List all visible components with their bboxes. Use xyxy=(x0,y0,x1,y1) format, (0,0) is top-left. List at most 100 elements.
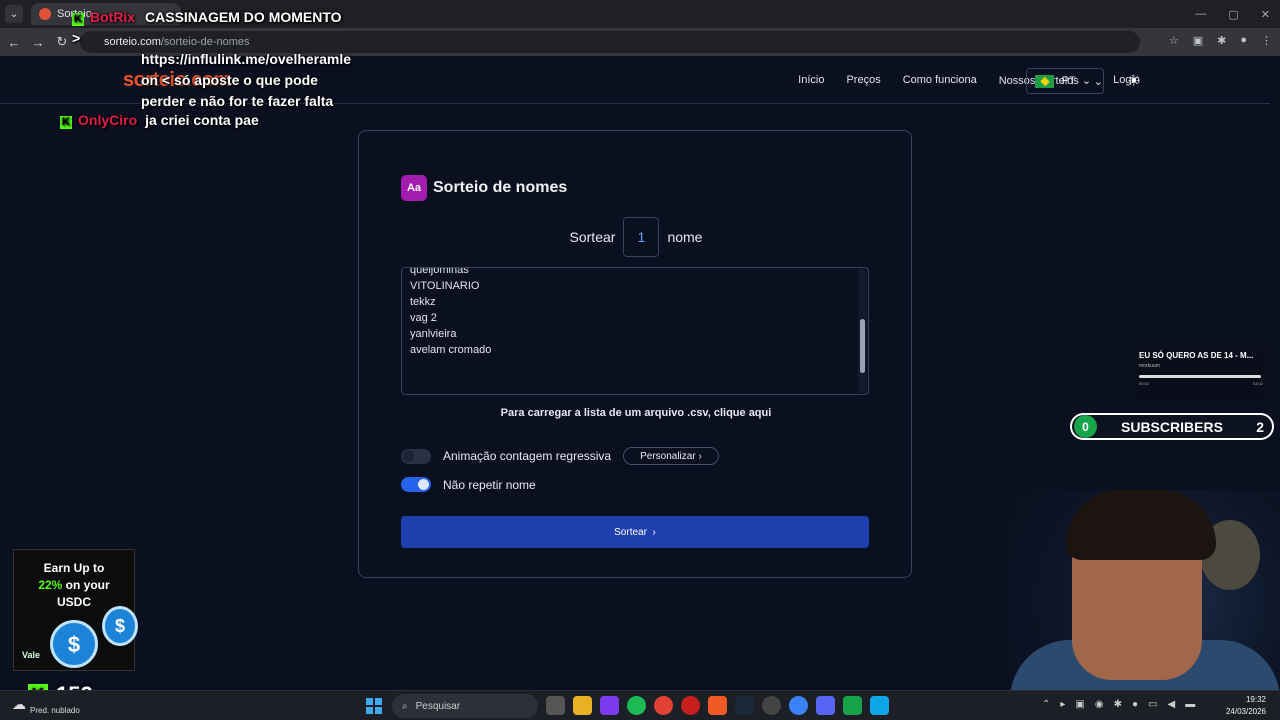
customize-button[interactable]: Personalizar › xyxy=(623,447,719,465)
volume-icon[interactable]: ◀ xyxy=(1168,699,1176,710)
notepad-icon[interactable] xyxy=(870,696,889,715)
back-icon[interactable]: ← xyxy=(2,35,26,50)
menu-icon[interactable]: ⋮ xyxy=(1261,34,1272,47)
forward-icon[interactable]: → xyxy=(26,35,50,50)
spotify-icon[interactable] xyxy=(627,696,646,715)
chevron-down-icon[interactable]: ⌄ xyxy=(5,5,23,23)
close-icon[interactable]: ✕ xyxy=(1261,8,1270,21)
search-placeholder: Pesquisar xyxy=(415,700,461,712)
nav-precos[interactable]: Preços xyxy=(846,74,880,86)
ad-line-1: Earn Up to xyxy=(43,561,105,575)
taskbar-clock[interactable]: 19:32 24/03/2026 xyxy=(1226,694,1266,718)
usdc-coin-icon: $ xyxy=(102,606,138,646)
sun-icon[interactable]: ☀ xyxy=(1127,72,1140,90)
window-controls: — ▢ ✕ xyxy=(1195,0,1270,28)
tray-app-icon[interactable]: ▣ xyxy=(1075,699,1084,710)
clock-date: 24/03/2026 xyxy=(1225,707,1266,716)
steam-icon[interactable] xyxy=(735,696,754,715)
nav-como-funciona[interactable]: Como funciona xyxy=(903,74,977,86)
usdc-coin-icon: $ xyxy=(50,620,98,668)
language-code: PT xyxy=(1061,75,1076,87)
extension-icon[interactable]: ▣ xyxy=(1193,34,1203,47)
app-icon[interactable] xyxy=(762,696,781,715)
subscribers-right-count: 2 xyxy=(1256,418,1264,435)
app-icon[interactable] xyxy=(789,696,808,715)
app-grid-icon[interactable] xyxy=(600,696,619,715)
ad-line-2: on your xyxy=(62,578,110,592)
weather-text: Pred. nublado xyxy=(30,706,80,715)
name-entry: avelam cromado xyxy=(410,344,492,356)
no-repeat-toggle[interactable] xyxy=(401,477,431,492)
botrix-line-2: https://influlink.me/ovelheramle xyxy=(141,51,352,67)
countdown-toggle[interactable] xyxy=(401,448,431,464)
draw-prefix: Sortear xyxy=(569,229,616,245)
chat-text: ja criei conta pae xyxy=(145,112,259,128)
streamer-hair xyxy=(1066,490,1216,560)
names-scrollbar[interactable] xyxy=(858,269,867,393)
chat-message: K OnlyCiro ja criei conta pae xyxy=(60,112,259,129)
draw-count-input[interactable]: 1 xyxy=(623,217,660,257)
botrix-line-4: perder e não for te fazer falta xyxy=(141,93,334,109)
chevron-up-icon[interactable]: ⌃ xyxy=(1042,699,1050,710)
music-title: EU SÓ QUERO AS DE 14 - M... xyxy=(1139,351,1254,360)
bluetooth-icon[interactable]: ✱ xyxy=(1114,699,1122,710)
csv-upload-link[interactable]: Para carregar a lista de um arquivo .csv… xyxy=(359,407,913,419)
ad-highlight: 22% xyxy=(38,578,63,592)
microphone-icon[interactable]: ● xyxy=(1132,699,1138,710)
draw-suffix: nome xyxy=(667,229,703,245)
minimize-icon[interactable]: — xyxy=(1195,8,1206,20)
draw-button-label: Sortear xyxy=(614,526,647,538)
search-icon: ⌕ xyxy=(402,700,408,712)
nav-inicio[interactable]: Início xyxy=(798,74,824,86)
windows-start-icon[interactable] xyxy=(366,698,382,714)
no-repeat-label: Não repetir nome xyxy=(443,477,536,492)
kick-badge-icon: K xyxy=(72,13,84,26)
cloud-icon: ☁ xyxy=(12,696,26,712)
chevron-down-icon: ⌄ xyxy=(1093,75,1103,88)
opera-icon[interactable] xyxy=(681,696,700,715)
weather-widget[interactable]: ☁ Pred. nublado xyxy=(12,694,80,715)
language-select[interactable]: PT ⌄ xyxy=(1026,68,1104,94)
subscribers-label: SUBSCRIBERS xyxy=(1121,418,1223,435)
subscribers-widget: 0 SUBSCRIBERS 2 xyxy=(1070,413,1274,440)
brave-icon[interactable] xyxy=(708,696,727,715)
countdown-label: Animação contagem regressiva xyxy=(443,449,612,463)
names-textarea[interactable]: queijominas VITOLINARIO tekkz vag 2 yanl… xyxy=(401,267,869,395)
draw-button[interactable]: Sortear › xyxy=(401,516,869,548)
names-list: queijominas VITOLINARIO tekkz vag 2 yanl… xyxy=(410,268,868,358)
battery-icon[interactable]: ▬ xyxy=(1185,699,1195,710)
draw-count-row: Sortear 1 nome xyxy=(359,217,913,257)
botrix-line-3: on < só aposte o que pode xyxy=(141,72,318,88)
reload-icon[interactable]: ↻ xyxy=(50,34,74,50)
subscribers-left-count: 0 xyxy=(1074,415,1097,438)
countdown-option: Animação contagem regressiva Personaliza… xyxy=(401,447,719,465)
chevron-right-icon: › xyxy=(698,450,702,462)
maximize-icon[interactable]: ▢ xyxy=(1228,8,1238,21)
music-artist: morkuum xyxy=(1139,363,1160,369)
scrollbar-thumb[interactable] xyxy=(860,319,865,373)
site-favicon-icon xyxy=(39,8,51,20)
tray-app-icon[interactable]: ▸ xyxy=(1060,699,1065,710)
botrix-message: K BotRix CASSINAGEM DO MOMENTO > https://… xyxy=(72,7,352,112)
bookmark-star-icon[interactable]: ☆ xyxy=(1169,34,1179,47)
no-repeat-option: Não repetir nome xyxy=(401,477,536,492)
file-explorer-icon[interactable] xyxy=(573,696,592,715)
system-tray: ⌃ ▸ ▣ ◉ ✱ ● ▭ ◀ ▬ xyxy=(1042,699,1195,710)
usdc-ad[interactable]: Earn Up to 22% on your USDC $ $ Vale xyxy=(13,549,138,671)
browser-extensions: ☆ ▣ ✱ ● ⋮ xyxy=(1169,34,1272,47)
discord-icon[interactable] xyxy=(816,696,835,715)
tray-app-icon[interactable]: ◉ xyxy=(1095,699,1104,710)
draw-card: Aa Sorteio de nomes Sortear 1 nome queij… xyxy=(358,130,912,578)
taskbar-apps xyxy=(546,696,889,715)
profile-avatar-icon[interactable]: ● xyxy=(1240,34,1247,47)
chrome-icon[interactable] xyxy=(654,696,673,715)
name-entry: vag 2 xyxy=(410,312,437,324)
task-view-icon[interactable] xyxy=(546,696,565,715)
taskbar-search[interactable]: ⌕ Pesquisar xyxy=(392,694,538,718)
music-progress xyxy=(1139,375,1261,378)
windows-taskbar: ☁ Pred. nublado ⌕ Pesquisar ⌃ ▸ ▣ ◉ ✱ ● … xyxy=(0,690,1280,720)
puzzle-icon[interactable]: ✱ xyxy=(1217,34,1226,47)
network-icon[interactable]: ▭ xyxy=(1148,699,1157,710)
card-header: Aa Sorteio de nomes xyxy=(401,175,567,201)
play-icon[interactable] xyxy=(843,696,862,715)
